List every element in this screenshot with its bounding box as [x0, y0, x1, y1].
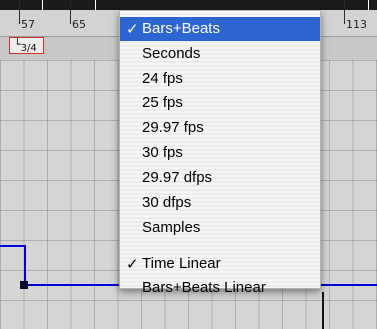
- tempo-line-segment: [0, 245, 26, 247]
- ruler-tick: [70, 0, 71, 24]
- tempo-point-handle[interactable]: [20, 281, 28, 289]
- menu-item-30fps[interactable]: 30 fps: [120, 141, 320, 165]
- menu-item-30dfps[interactable]: 30 dfps: [120, 191, 320, 215]
- ruler-label: 65: [72, 18, 86, 31]
- tempo-line-segment: [320, 284, 377, 286]
- menu-item-24fps[interactable]: 24 fps: [120, 67, 320, 91]
- time-signature-label: └3/4: [14, 38, 37, 54]
- ruler-tick: [42, 0, 43, 10]
- menu-item-seconds[interactable]: Seconds: [120, 42, 320, 66]
- ruler-tick: [344, 0, 345, 24]
- ruler-tick: [368, 0, 369, 10]
- menu-item-time-linear[interactable]: ✓ Time Linear: [120, 252, 320, 276]
- checkmark-icon: ✓: [126, 256, 139, 273]
- menu-item-29-97fps[interactable]: 29.97 fps: [120, 116, 320, 140]
- menu-item-29-97dfps[interactable]: 29.97 dfps: [120, 166, 320, 190]
- menu-item-25fps[interactable]: 25 fps: [120, 91, 320, 115]
- tempo-line-segment: [24, 284, 124, 286]
- ruler-label: 113: [346, 18, 367, 31]
- menu-separator: [120, 240, 320, 252]
- checkmark-icon: ✓: [126, 21, 139, 38]
- menu-item-samples[interactable]: Samples: [120, 216, 320, 240]
- menu-item-bars-beats-linear[interactable]: Bars+Beats Linear: [120, 276, 320, 300]
- time-format-menu: ✓ Bars+Beats Seconds 24 fps 25 fps 29.97…: [119, 10, 321, 296]
- ruler-tick: [19, 0, 20, 24]
- ruler-tick: [95, 0, 96, 10]
- playhead-line: [322, 292, 324, 329]
- menu-item-bars-beats[interactable]: ✓ Bars+Beats: [120, 17, 320, 41]
- ruler-top-strip: [0, 0, 377, 10]
- ruler-label: 57: [21, 18, 35, 31]
- tempo-line-segment: [24, 245, 26, 285]
